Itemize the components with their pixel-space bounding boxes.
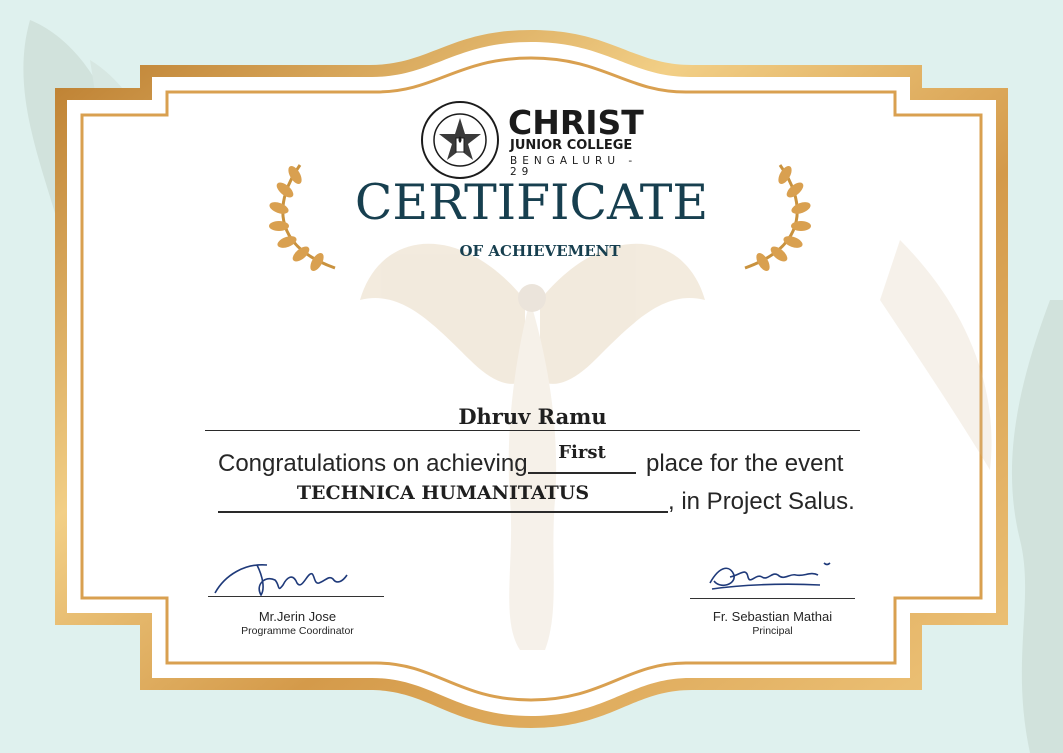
signature-line-coordinator <box>208 596 384 597</box>
event-blank <box>218 511 668 513</box>
placement-blank <box>528 472 636 474</box>
congrats-suffix: place for the event <box>646 450 844 477</box>
event-name: TECHNICA HUMANITATUS <box>296 482 590 504</box>
principal-name: Fr. Sebastian Mathai <box>712 609 833 624</box>
recipient-underline <box>205 430 860 431</box>
college-name: CHRIST <box>508 103 644 142</box>
placement-value: First <box>558 442 606 463</box>
congrats-prefix: Congratulations on achieving <box>218 450 528 477</box>
signature-principal-icon <box>709 562 831 590</box>
college-subtitle: JUNIOR COLLEGE <box>510 138 633 153</box>
coordinator-name: Mr.Jerin Jose <box>258 609 337 624</box>
recipient-name: Dhruv Ramu <box>458 404 607 429</box>
signature-coordinator-icon <box>214 564 348 597</box>
principal-role: Principal <box>752 625 793 637</box>
coordinator-role: Programme Coordinator <box>241 625 354 637</box>
college-seal-icon <box>421 101 499 179</box>
project-suffix: , in Project Salus. <box>668 488 855 515</box>
certificate-subtitle: OF ACHIEVEMENT <box>459 242 621 260</box>
college-logo: CHRIST JUNIOR COLLEGE BENGALURU - 29 <box>420 100 650 180</box>
certificate-title: CERTIFICATE <box>354 174 709 231</box>
signature-line-principal <box>690 598 855 599</box>
